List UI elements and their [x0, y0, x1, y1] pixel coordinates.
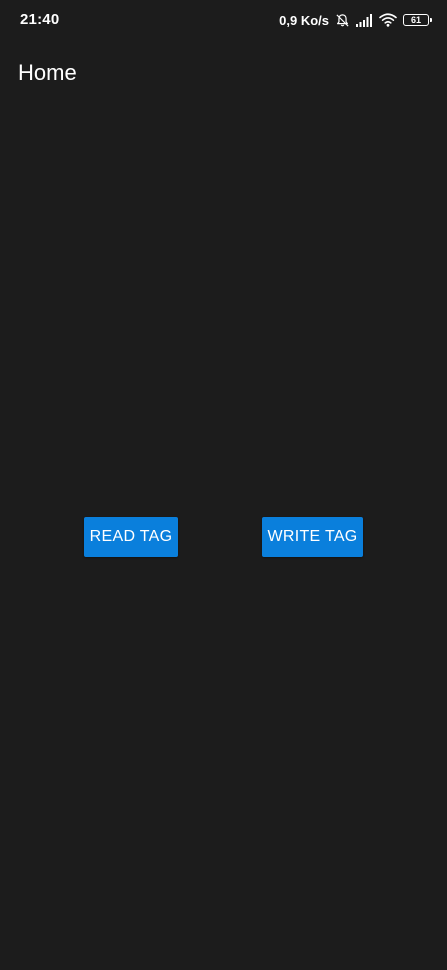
- read-tag-button[interactable]: READ TAG: [84, 517, 178, 557]
- wifi-icon: [379, 13, 397, 27]
- signal-icon: [356, 13, 373, 27]
- write-tag-button[interactable]: WRITE TAG: [262, 517, 363, 557]
- status-time: 21:40: [20, 11, 60, 28]
- status-indicators: 0,9 Ko/s 61: [279, 10, 432, 30]
- bell-off-icon: [335, 13, 350, 28]
- app-bar: Home: [0, 40, 447, 108]
- status-bar: 21:40 0,9 Ko/s 61: [0, 0, 447, 40]
- page-title: Home: [18, 60, 77, 85]
- battery-icon: 61: [403, 14, 432, 26]
- app-screen: 21:40 0,9 Ko/s 61 Home READ TAG WRITE TA…: [0, 0, 447, 970]
- network-speed: 0,9 Ko/s: [279, 12, 329, 28]
- battery-level: 61: [410, 14, 421, 25]
